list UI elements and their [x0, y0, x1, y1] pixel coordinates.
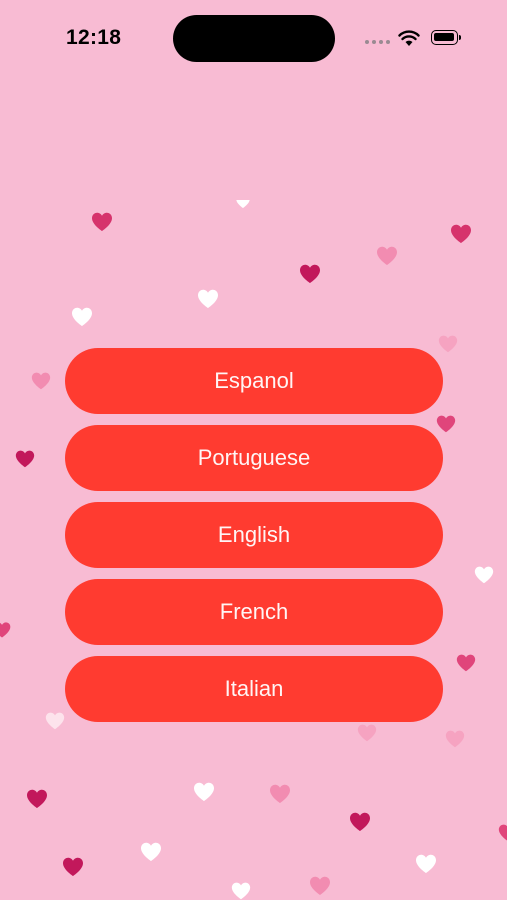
heart-icon: [474, 566, 494, 584]
heart-icon: [416, 854, 436, 873]
heart-icon: [300, 264, 320, 283]
language-list: Espanol Portuguese English French Italia…: [65, 348, 443, 733]
signal-icon: [365, 40, 391, 46]
heart-icon: [350, 812, 370, 831]
heart-icon: [141, 842, 161, 861]
heart-icon: [72, 307, 92, 326]
heart-icon: [198, 289, 218, 308]
language-button-french[interactable]: French: [65, 579, 443, 645]
heart-icon: [27, 789, 47, 808]
clock-time: 12:18: [66, 26, 122, 49]
language-button-espanol[interactable]: Espanol: [65, 348, 443, 414]
heart-icon: [15, 450, 35, 468]
heart-icon: [270, 784, 290, 803]
language-button-portuguese[interactable]: Portuguese: [65, 425, 443, 491]
language-button-english[interactable]: English: [65, 502, 443, 568]
heart-icon: [377, 246, 397, 265]
status-bar: 12:18: [0, 0, 507, 80]
heart-icon: [194, 782, 214, 801]
heart-icon: [456, 654, 476, 672]
heart-icon: [0, 622, 11, 638]
heart-icon: [92, 212, 112, 231]
heart-icon: [498, 824, 507, 842]
heart-icon: [231, 882, 251, 900]
heart-icon: [445, 730, 465, 748]
language-button-italian[interactable]: Italian: [65, 656, 443, 722]
dynamic-island: [173, 15, 335, 62]
heart-icon: [310, 876, 330, 895]
wifi-icon: [398, 30, 420, 46]
heart-icon: [63, 857, 83, 876]
heart-icon: [451, 224, 471, 243]
battery-icon: [431, 30, 465, 47]
heart-icon: [236, 200, 250, 208]
heart-icon: [45, 712, 65, 730]
heart-icon: [31, 372, 51, 390]
